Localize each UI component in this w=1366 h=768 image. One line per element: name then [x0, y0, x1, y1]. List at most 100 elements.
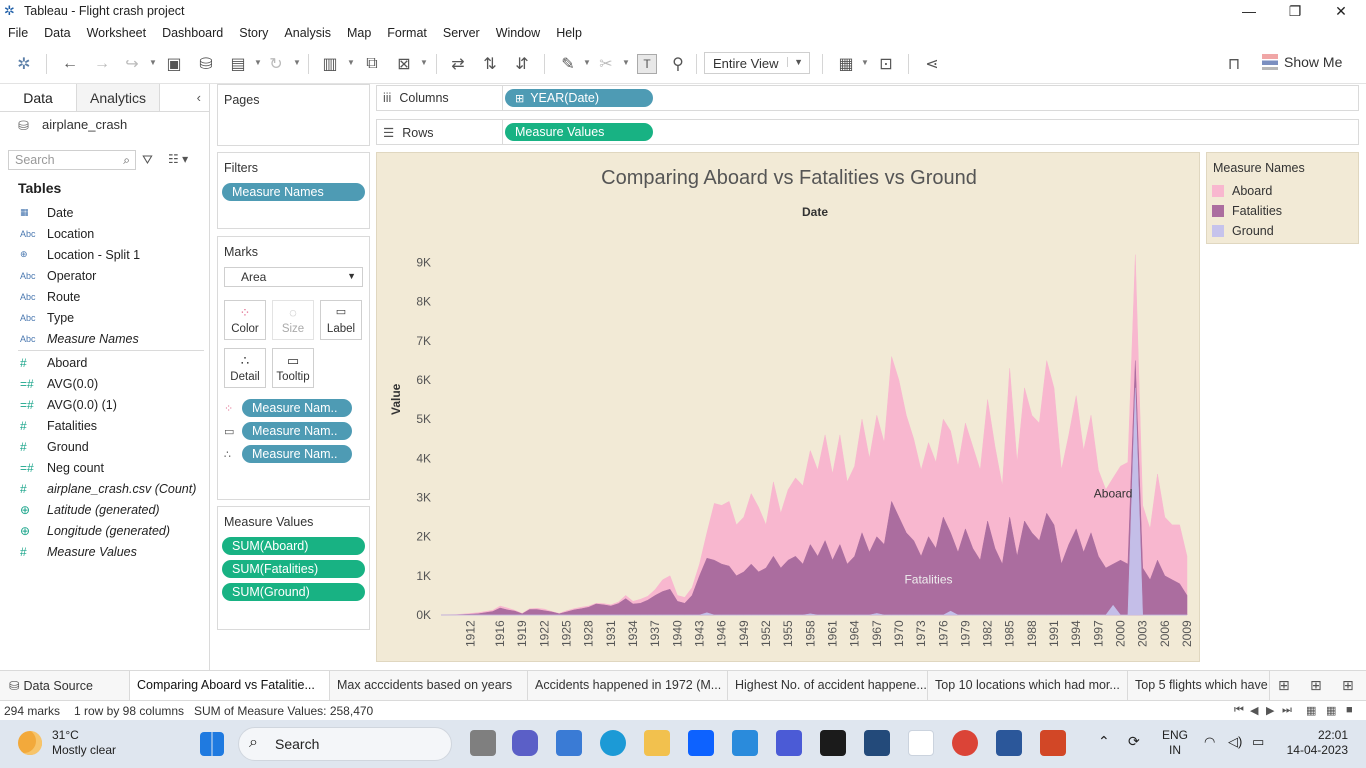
filters-card[interactable]: Filters Measure Names [217, 152, 370, 229]
collapse-pane-icon[interactable]: ‹ [197, 90, 201, 105]
taskbar-search[interactable]: ⌕ Search [238, 727, 452, 761]
area-chart[interactable]: 0K 1K 2K 3K 4K 5K 6K 7K 8K 9K 1912 1916 1919 1922 1925… [377, 153, 1199, 661]
datasource-item[interactable]: ⛁ airplane_crash [18, 117, 127, 133]
new-dashboard-tab-icon[interactable]: ⊞ [1310, 677, 1322, 694]
tab-data-source[interactable]: ⛁ Data Source [0, 671, 130, 700]
rows-pill-measure-values[interactable]: Measure Values [505, 123, 653, 141]
replay-icon[interactable]: ↪ [122, 54, 142, 74]
store-icon[interactable] [556, 730, 582, 756]
field-item[interactable]: # Aboard [0, 352, 210, 373]
menu-help[interactable]: Help [556, 26, 582, 40]
group-icon[interactable]: ✂ [596, 54, 616, 74]
field-item[interactable]: # Fatalities [0, 415, 210, 436]
refresh-icon[interactable]: ↻ [266, 54, 286, 74]
last-sheet-icon[interactable]: ⏭ [1282, 704, 1292, 717]
presentation-icon[interactable]: ⊡ [876, 54, 896, 74]
filmstrip-icon[interactable]: ▦ [1306, 704, 1316, 717]
tab-analytics[interactable]: Analytics [76, 84, 160, 111]
share-icon[interactable]: ⋖ [922, 54, 942, 74]
field-item[interactable]: # airplane_crash.csv (Count) [0, 478, 210, 499]
marks-pill-color[interactable]: Measure Nam.. [242, 399, 352, 417]
tab-data[interactable]: Data [0, 84, 76, 111]
minimize-button[interactable]: — [1226, 0, 1272, 22]
powerpoint-icon[interactable] [1040, 730, 1066, 756]
windows-start-icon[interactable] [200, 732, 224, 756]
tab-sheet-top5-flights[interactable]: Top 5 flights which have [1128, 671, 1270, 700]
menu-file[interactable]: File [8, 26, 28, 40]
tableau-taskbar-icon[interactable] [908, 730, 934, 756]
menu-analysis[interactable]: Analysis [284, 26, 331, 40]
menu-map[interactable]: Map [347, 26, 371, 40]
menu-dashboard[interactable]: Dashboard [162, 26, 223, 40]
legend-item-ground[interactable]: Ground [1207, 221, 1358, 241]
tab-sheet-highest-accidents[interactable]: Highest No. of accident happene... [728, 671, 928, 700]
clock[interactable]: 22:01 14-04-2023 [1282, 728, 1348, 758]
color-button[interactable]: ⁘ Color [224, 300, 266, 340]
app-icon[interactable] [864, 730, 890, 756]
field-item[interactable]: Abc Route [0, 286, 210, 307]
file-explorer-icon[interactable] [644, 730, 670, 756]
tab-sheet-top10-locations[interactable]: Top 10 locations which had mor... [928, 671, 1128, 700]
annotation-icon[interactable]: ⊓ [1224, 54, 1244, 74]
myhp-icon[interactable] [732, 730, 758, 756]
clear-sheet-icon[interactable]: ⊠ [394, 54, 414, 74]
menu-server[interactable]: Server [443, 26, 480, 40]
undo-icon[interactable]: ← [60, 54, 80, 74]
columns-shelf[interactable]: iii Columns ⊞ YEAR(Date) [376, 85, 1359, 111]
new-story-tab-icon[interactable]: ⊞ [1342, 677, 1354, 694]
field-item[interactable]: Abc Type [0, 307, 210, 328]
marks-pill-label[interactable]: Measure Nam.. [242, 422, 352, 440]
duplicate-icon[interactable]: ⧉ [362, 54, 382, 74]
replay-caret-icon[interactable]: ▼ [149, 58, 157, 67]
field-item[interactable]: =# AVG(0.0) [0, 373, 210, 394]
menu-format[interactable]: Format [387, 26, 427, 40]
cards-caret-icon[interactable]: ▼ [861, 58, 869, 67]
tableau-home-icon[interactable]: ✲ [14, 54, 34, 74]
menu-window[interactable]: Window [496, 26, 540, 40]
sync-icon[interactable]: ⟳ [1128, 734, 1140, 749]
show-me-button[interactable]: Show Me [1262, 54, 1342, 70]
group-caret-icon[interactable]: ▼ [622, 58, 630, 67]
language-indicator[interactable]: ENG IN [1162, 728, 1188, 758]
volume-icon[interactable]: ◁) [1228, 734, 1242, 749]
new-worksheet-icon[interactable]: ▥ [320, 54, 340, 74]
redo-icon[interactable]: → [92, 54, 112, 74]
field-item[interactable]: Abc Measure Names [0, 328, 210, 349]
tooltip-button[interactable]: ▭ Tooltip [272, 348, 314, 388]
size-button[interactable]: ◌ Size [272, 300, 314, 340]
new-worksheet-tab-icon[interactable]: ⊞ [1278, 677, 1290, 694]
edge-icon[interactable] [600, 730, 626, 756]
field-item[interactable]: # Ground [0, 436, 210, 457]
new-worksheet-caret-icon[interactable]: ▼ [347, 58, 355, 67]
fix-axes-icon[interactable]: ⚲ [668, 54, 688, 74]
rows-shelf[interactable]: ☰ Rows Measure Values [376, 119, 1359, 145]
app-icon[interactable] [820, 730, 846, 756]
teams-icon[interactable] [512, 730, 538, 756]
tab-sheet-max-accidents[interactable]: Max acccidents based on years [330, 671, 528, 700]
task-view-icon[interactable] [470, 730, 496, 756]
pill-sum-ground[interactable]: SUM(Ground) [222, 583, 365, 601]
pause-caret-icon[interactable]: ▼ [254, 58, 262, 67]
battery-icon[interactable]: ▭ [1252, 734, 1264, 749]
prev-sheet-icon[interactable]: ◀ [1250, 704, 1258, 717]
pause-updates-icon[interactable]: ▤ [228, 54, 248, 74]
save-icon[interactable]: ▣ [164, 54, 184, 74]
sort-descending-icon[interactable]: ⇵ [512, 54, 532, 74]
sort-ascending-icon[interactable]: ⇅ [480, 54, 500, 74]
viz-area[interactable]: Comparing Aboard vs Fatalities vs Ground… [376, 152, 1200, 662]
field-item[interactable]: # Measure Values [0, 541, 210, 562]
field-item[interactable]: ⊕ Longitude (generated) [0, 520, 210, 541]
tab-sheet-accidents-1972[interactable]: Accidents happened in 1972 (M... [528, 671, 728, 700]
highlight-caret-icon[interactable]: ▼ [583, 58, 591, 67]
mark-type-select[interactable]: Area ▼ [224, 267, 363, 287]
pill-sum-fatalities[interactable]: SUM(Fatalities) [222, 560, 365, 578]
new-datasource-icon[interactable]: ⛁ [196, 54, 216, 74]
menu-data[interactable]: Data [44, 26, 70, 40]
legend-item-fatalities[interactable]: Fatalities [1207, 201, 1358, 221]
app-icon[interactable] [776, 730, 802, 756]
chevron-up-icon[interactable]: ⌃ [1098, 734, 1110, 749]
grid-view-icon[interactable]: ▦ [1326, 704, 1336, 717]
columns-pill-year-date[interactable]: ⊞ YEAR(Date) [505, 89, 653, 107]
show-mark-labels-icon[interactable]: T [637, 54, 657, 74]
filter-icon[interactable]: ⛛ [142, 152, 153, 168]
